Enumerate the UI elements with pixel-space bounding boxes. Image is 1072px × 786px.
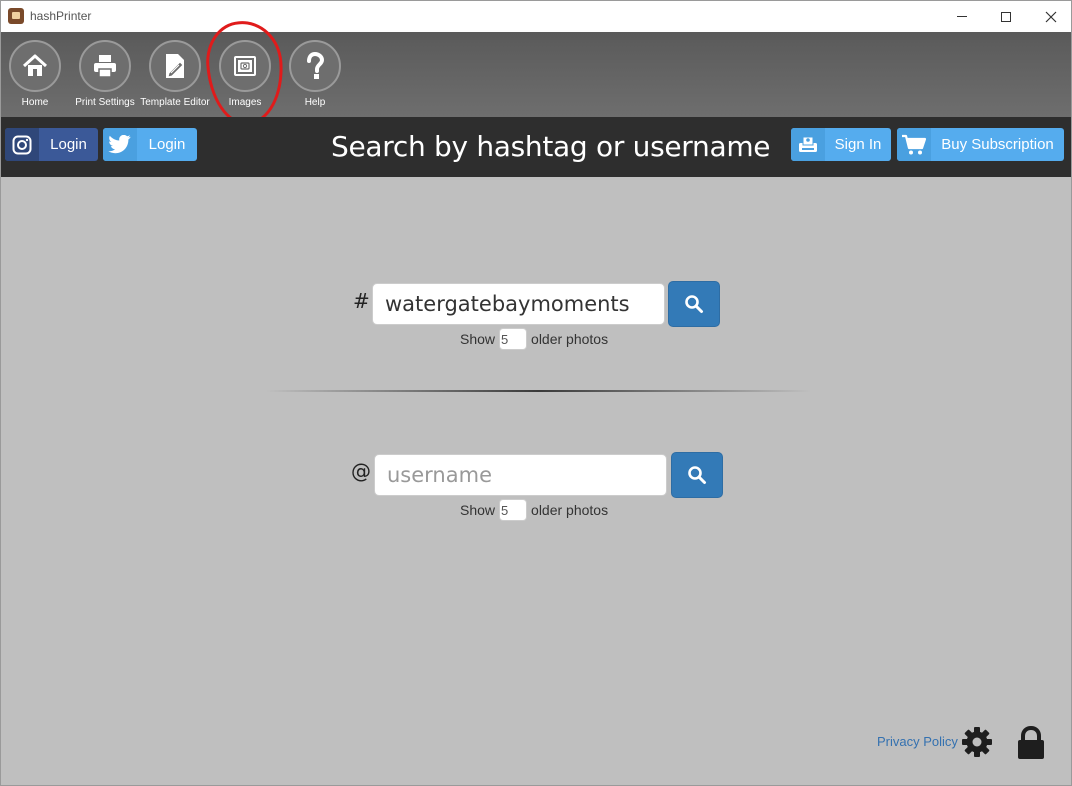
hashtag-prefix: # [353,289,370,313]
lock-icon [1018,725,1044,759]
twitter-icon [108,134,131,153]
minimize-button[interactable] [939,1,985,32]
lock-button[interactable] [1015,725,1047,761]
username-prefix: @ [351,459,371,483]
hashtag-older-photos-row: Show 5 older photos [460,328,608,350]
question-icon [307,51,325,79]
search-icon [688,466,706,484]
printer-icon [94,55,116,78]
buy-subscription-button[interactable]: Buy Subscription [897,128,1064,161]
page-title: Search by hashtag or username [331,130,771,163]
toolbar-images-label: Images [228,97,262,108]
sign-in-button[interactable]: Sign In [791,128,891,161]
toolbar-home-label: Home [21,97,49,108]
hashtag-search-button[interactable] [668,281,720,327]
window-title: hashPrinter [30,9,92,23]
maximize-button[interactable] [983,1,1029,32]
title-bar: hashPrinter [1,1,1071,32]
hashtag-older-count-input[interactable]: 5 [499,328,528,350]
privacy-policy-link[interactable]: Privacy Policy [877,734,958,749]
gear-icon [962,727,992,757]
sign-in-label: Sign In [834,136,882,153]
toolbar-help-label: Help [304,97,326,108]
username-input[interactable] [387,463,654,487]
close-button[interactable] [1028,1,1071,32]
twitter-login-button[interactable]: Login [103,128,197,161]
username-older-photos-row: Show 5 older photos [460,499,608,521]
show-label: Show [460,331,496,347]
search-icon [685,295,703,313]
username-older-count-input[interactable]: 5 [499,499,528,521]
username-search-button[interactable] [671,452,723,498]
cart-icon [902,134,927,154]
toolbar-images-button[interactable]: Images [210,40,280,108]
minimize-icon [957,16,967,17]
app-logo-icon [8,8,24,24]
instagram-icon [12,135,32,154]
home-icon [22,54,48,76]
toolbar-help-button[interactable]: Help [280,40,350,108]
app-window: hashPrinter Home Print Settings Template… [0,0,1072,786]
older-photos-label: older photos [531,502,609,518]
toolbar-home-button[interactable]: Home [1,40,70,108]
header-bar: Login Login Search by hashtag or usernam… [1,117,1071,177]
username-search-field[interactable] [374,454,667,496]
toolbar-print-settings-button[interactable]: Print Settings [70,40,140,108]
buy-subscription-label: Buy Subscription [941,136,1054,153]
instagram-login-label: Login [50,136,87,153]
main-toolbar: Home Print Settings Template Editor Imag… [1,32,1071,117]
toolbar-template-editor-button[interactable]: Template Editor [140,40,210,108]
show-label: Show [460,502,496,518]
toolbar-template-editor-label: Template Editor [140,97,210,108]
images-icon [234,56,256,76]
section-divider [266,390,811,392]
hashtag-input[interactable] [385,292,652,316]
settings-button[interactable] [961,726,993,758]
printer-user-icon [799,136,817,152]
close-icon [1045,11,1057,22]
hashtag-search-field[interactable] [372,283,665,325]
older-photos-label: older photos [531,331,609,347]
twitter-login-label: Login [148,136,186,153]
toolbar-print-settings-label: Print Settings [75,97,135,108]
instagram-login-button[interactable]: Login [5,128,98,161]
template-edit-icon [166,54,184,78]
maximize-icon [1001,11,1011,22]
